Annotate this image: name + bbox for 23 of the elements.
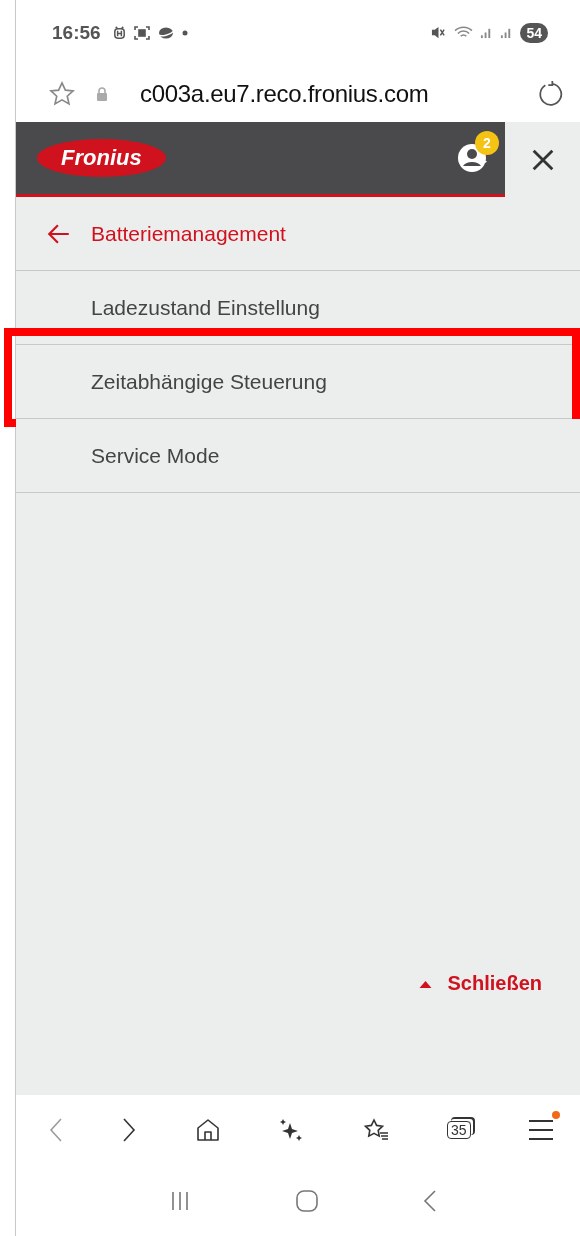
battery-level: 54 [520,22,548,43]
robot-icon [111,25,127,40]
menu-icon[interactable] [527,1119,554,1141]
forward-icon[interactable] [121,1117,138,1143]
home-button-icon[interactable] [295,1188,319,1213]
back-link[interactable]: Batteriemanagement [16,197,580,271]
home-icon[interactable] [194,1117,221,1143]
dot-icon [181,29,188,36]
back-icon[interactable] [48,1117,64,1143]
screenshot-icon [133,24,150,41]
lock-icon [96,86,108,101]
close-link[interactable]: Schließen [418,972,542,995]
reload-icon[interactable] [536,79,564,108]
clock-time: 16:56 [52,21,101,44]
logo[interactable]: Fronius [37,139,166,177]
star-icon[interactable] [48,79,76,108]
notification-badge: 2 [475,131,499,155]
menu-item[interactable]: Service Mode [16,419,580,493]
planet-icon [156,25,175,40]
back-nav-icon[interactable] [422,1188,439,1213]
triangle-up-icon [418,979,432,988]
url-text[interactable]: c003a.eu7.reco.fronius.com [140,79,516,108]
wifi-icon [454,25,474,40]
